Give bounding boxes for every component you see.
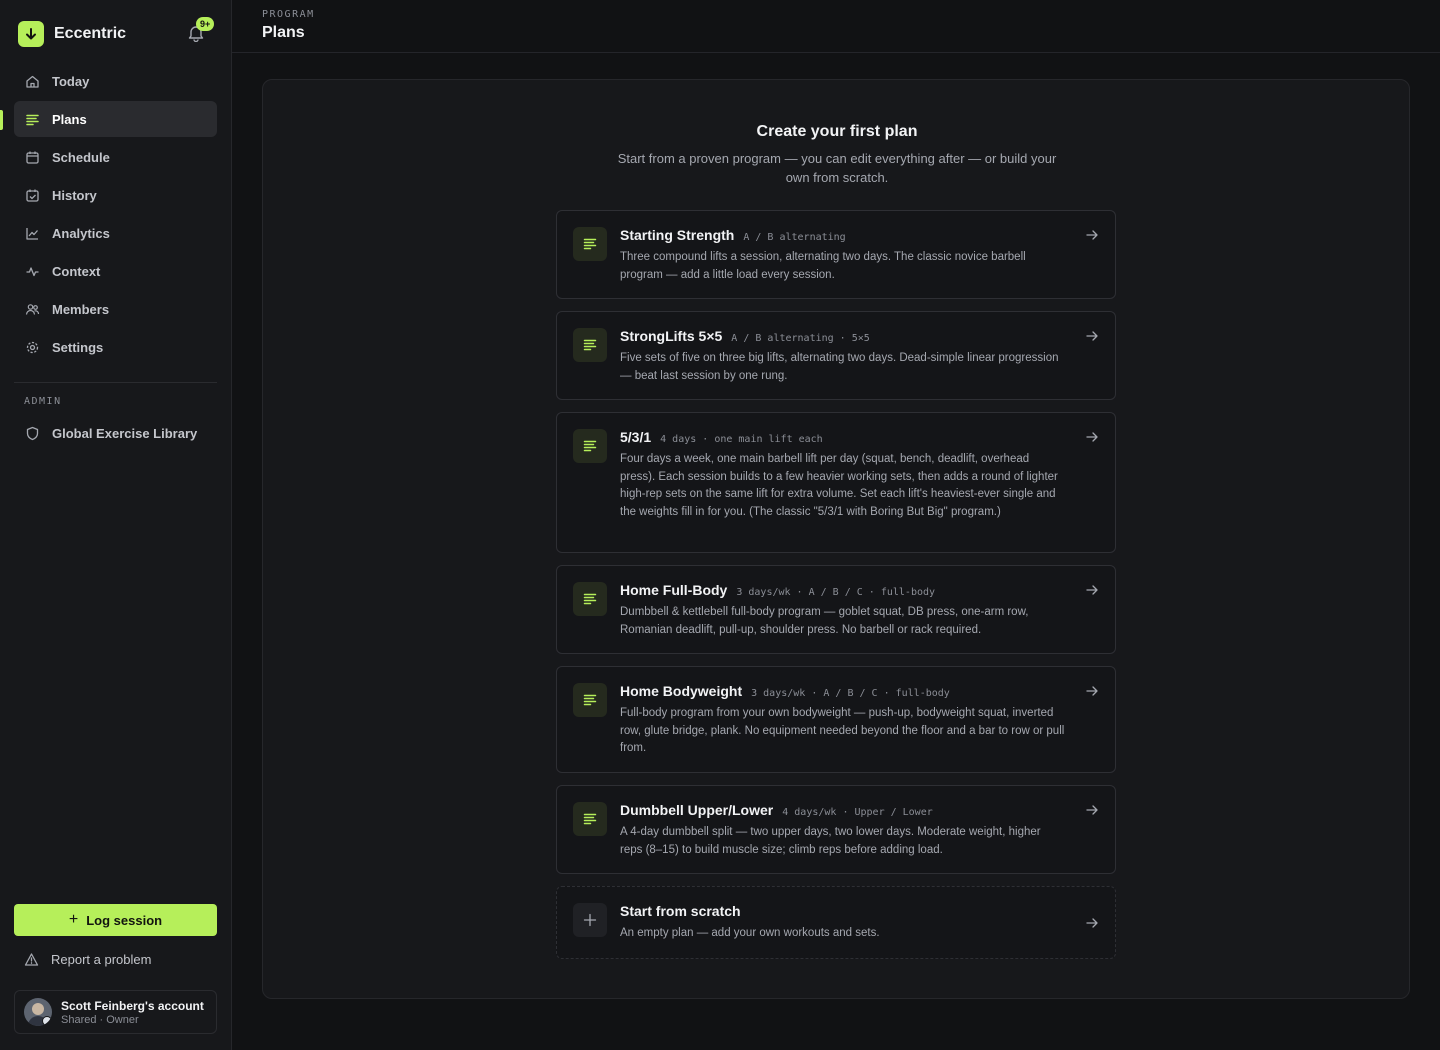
sidebar-item-label: History [52, 187, 97, 203]
plan-description: Full-body program from your own bodyweig… [620, 707, 1065, 754]
plan-description: An empty plan — add your own workouts an… [620, 927, 880, 939]
report-problem-link[interactable]: Report a problem [24, 952, 151, 967]
brand[interactable]: Eccentric [18, 21, 126, 47]
sidebar: Eccentric 9+ Today Plans Schedule Histor… [0, 0, 232, 1050]
chart-line-icon [24, 225, 40, 241]
arrow-right-icon [1085, 228, 1099, 242]
log-session-button[interactable]: + Log session [14, 904, 217, 936]
sidebar-item-history[interactable]: History [14, 177, 217, 213]
plan-list-icon [573, 328, 607, 362]
main-content: PROGRAM Plans Create your first plan Sta… [232, 0, 1440, 1050]
sidebar-item-label: Members [52, 301, 110, 317]
plan-list-icon [573, 429, 607, 463]
admin-section-label: ADMIN [24, 396, 62, 407]
plus-icon: + [68, 911, 79, 928]
sidebar-nav: Today Plans Schedule History Analytics C… [14, 63, 217, 367]
sidebar-divider [14, 382, 217, 383]
sidebar-item-label: Plans [52, 111, 87, 127]
plan-meta: 4 days · one main lift each [660, 434, 823, 445]
plan-description: Three compound lifts a session, alternat… [620, 251, 1026, 281]
plan-card-start-from-scratch[interactable]: Start from scratch An empty plan — add y… [556, 886, 1116, 959]
plan-name: StrongLifts 5×5 [620, 328, 723, 344]
sidebar-item-global-exercise-library[interactable]: Global Exercise Library [14, 415, 217, 451]
plan-list-icon [573, 683, 607, 717]
empty-state-subtitle: Start from a proven program — you can ed… [617, 151, 1057, 185]
plan-card-starting-strength[interactable]: Starting Strength A / B alternating Thre… [556, 210, 1116, 299]
plan-name: 5/3/1 [620, 429, 652, 445]
plan-name: Home Bodyweight [620, 683, 743, 699]
report-label: Report a problem [51, 952, 152, 967]
shield-icon [24, 425, 40, 441]
warning-icon [24, 952, 39, 967]
sidebar-item-today[interactable]: Today [14, 63, 217, 99]
plan-meta: A / B alternating · 5×5 [731, 333, 870, 344]
active-indicator [0, 110, 3, 130]
home-icon [24, 73, 40, 89]
arrow-right-icon [1085, 583, 1099, 597]
plan-card-home-full-body[interactable]: Home Full-Body 3 days/wk · A / B / C · f… [556, 565, 1116, 654]
plan-meta: A / B alternating [743, 232, 846, 243]
sidebar-item-settings[interactable]: Settings [14, 329, 217, 365]
sidebar-item-label: Schedule [52, 149, 110, 165]
arrow-right-icon [1085, 329, 1099, 343]
sidebar-item-members[interactable]: Members [14, 291, 217, 327]
brand-logo-icon [18, 21, 44, 47]
plan-meta: 3 days/wk · A / B / C · full-body [736, 587, 936, 598]
sidebar-item-label: Global Exercise Library [52, 425, 198, 441]
users-icon [24, 301, 40, 317]
plan-list-icon [573, 802, 607, 836]
plan-card-stronglifts[interactable]: StrongLifts 5×5 A / B alternating · 5×5 … [556, 311, 1116, 400]
arrow-right-icon [1085, 916, 1099, 930]
sidebar-item-plans[interactable]: Plans [14, 101, 217, 137]
avatar [24, 998, 52, 1026]
account-role: Shared · Owner [61, 1013, 139, 1026]
page-eyebrow: PROGRAM [262, 9, 315, 20]
plan-meta: 3 days/wk · A / B / C · full-body [751, 688, 950, 699]
arrow-right-icon [1085, 684, 1099, 698]
account-name: Scott Feinberg's account [61, 998, 204, 1013]
plan-card-dumbbell-upper-lower[interactable]: Dumbbell Upper/Lower 4 days/wk · Upper /… [556, 785, 1116, 874]
gear-icon [24, 339, 40, 355]
plan-name: Home Full-Body [620, 582, 728, 598]
page-header: PROGRAM Plans [232, 0, 1440, 53]
plus-icon [573, 903, 607, 937]
arrow-right-icon [1085, 803, 1099, 817]
page-title: Plans [262, 24, 305, 41]
activity-icon [24, 263, 40, 279]
sidebar-item-analytics[interactable]: Analytics [14, 215, 217, 251]
list-icon [24, 111, 40, 127]
sidebar-item-context[interactable]: Context [14, 253, 217, 289]
plan-list-icon [573, 582, 607, 616]
sidebar-item-label: Today [52, 73, 90, 89]
calendar-check-icon [24, 187, 40, 203]
plan-card-home-bodyweight[interactable]: Home Bodyweight 3 days/wk · A / B / C · … [556, 666, 1116, 773]
notification-badge: 9+ [196, 17, 215, 31]
plan-card-531[interactable]: 5/3/1 4 days · one main lift each Four d… [556, 412, 1116, 553]
arrow-right-icon [1085, 430, 1099, 444]
plan-name: Dumbbell Upper/Lower [620, 802, 774, 818]
plan-name: Starting Strength [620, 227, 735, 243]
log-session-label: Log session [86, 912, 163, 928]
plan-description: A 4-day dumbbell split — two upper days,… [620, 826, 1041, 856]
plan-list-icon [573, 227, 607, 261]
empty-state-panel: Create your first plan Start from a prov… [262, 79, 1410, 999]
admin-nav: Global Exercise Library [14, 415, 217, 453]
app-name: Eccentric [54, 25, 127, 42]
plan-meta: 4 days/wk · Upper / Lower [782, 807, 933, 818]
plan-name: Start from scratch [620, 903, 741, 919]
plan-description: Four days a week, one main barbell lift … [620, 453, 1058, 518]
empty-state-title: Create your first plan [756, 123, 918, 140]
sidebar-item-label: Settings [52, 339, 104, 355]
sidebar-item-label: Analytics [52, 225, 110, 241]
plan-description: Five sets of five on three big lifts, al… [620, 352, 1059, 382]
account-switcher[interactable]: Scott Feinberg's account Shared · Owner [14, 990, 217, 1034]
calendar-icon [24, 149, 40, 165]
sidebar-item-label: Context [52, 263, 101, 279]
sidebar-item-schedule[interactable]: Schedule [14, 139, 217, 175]
plan-description: Dumbbell & kettlebell full-body program … [620, 606, 1029, 636]
